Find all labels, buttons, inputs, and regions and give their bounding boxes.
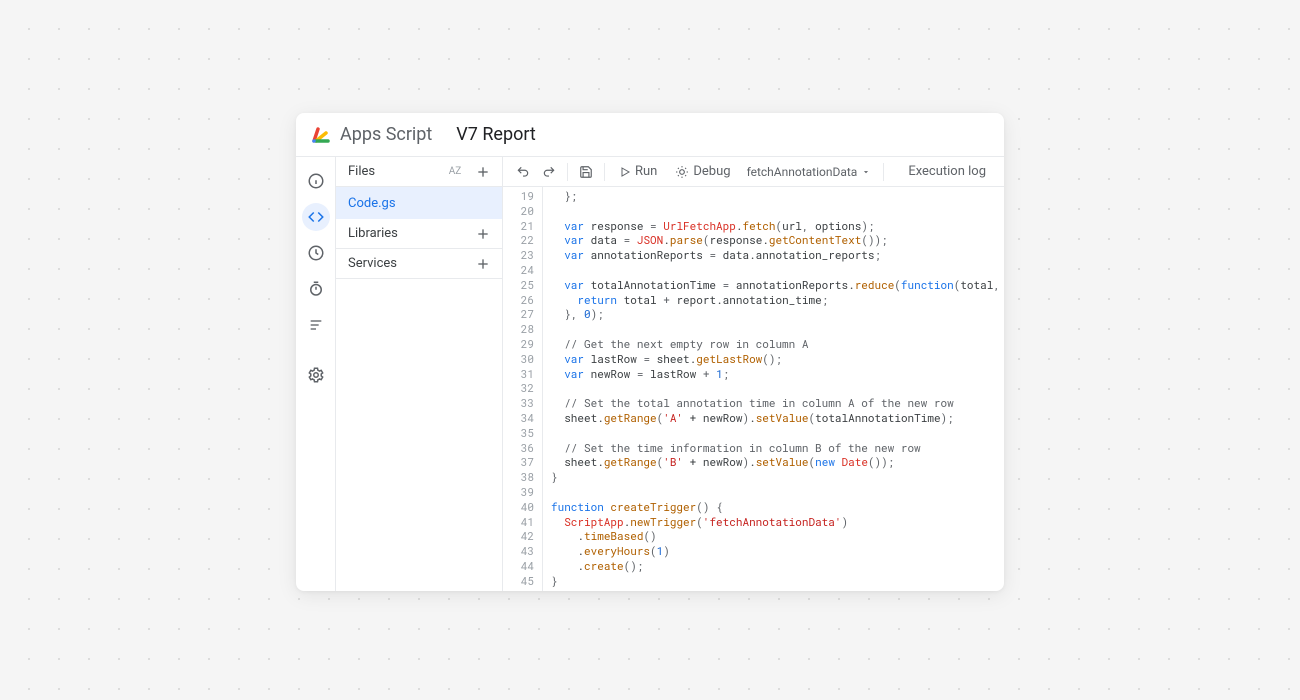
run-button[interactable]: Run: [611, 160, 665, 184]
code-area[interactable]: 1920212223242526272829303132333435363738…: [503, 187, 1004, 591]
editor-toolbar: Run Debug fetchAnnotationData Execution …: [503, 157, 1004, 187]
run-label: Run: [635, 164, 657, 179]
files-label: Files: [348, 164, 375, 179]
add-service-button[interactable]: [472, 253, 494, 275]
redo-button[interactable]: [537, 160, 561, 184]
execution-log-button[interactable]: Execution log: [898, 164, 996, 179]
apps-script-logo-icon: [308, 123, 332, 147]
undo-button[interactable]: [511, 160, 535, 184]
function-select[interactable]: fetchAnnotationData: [741, 165, 878, 179]
app-name: Apps Script: [340, 124, 432, 145]
project-settings-list-icon[interactable]: [302, 311, 330, 339]
icon-rail: [296, 157, 336, 591]
overview-icon[interactable]: [302, 167, 330, 195]
project-name[interactable]: V7 Report: [456, 124, 535, 145]
chevron-down-icon: [861, 167, 871, 177]
sort-az-icon[interactable]: AZ: [444, 161, 466, 183]
services-label: Services: [348, 256, 397, 271]
file-sidebar: Files AZ Code.gs Libraries Services: [336, 157, 503, 591]
services-section: Services: [336, 249, 502, 279]
add-file-button[interactable]: [472, 161, 494, 183]
add-library-button[interactable]: [472, 223, 494, 245]
code-content[interactable]: }; var response = UrlFetchApp.fetch(url,…: [543, 187, 1004, 591]
settings-icon[interactable]: [302, 361, 330, 389]
titlebar: Apps Script V7 Report: [296, 113, 1004, 157]
executions-icon[interactable]: [302, 275, 330, 303]
libraries-label: Libraries: [348, 226, 398, 241]
save-button[interactable]: [574, 160, 598, 184]
debug-button[interactable]: Debug: [667, 160, 738, 184]
triggers-icon[interactable]: [302, 239, 330, 267]
code-editor: Run Debug fetchAnnotationData Execution …: [503, 157, 1004, 591]
files-section-header: Files AZ: [336, 157, 502, 187]
libraries-section: Libraries: [336, 219, 502, 249]
debug-label: Debug: [693, 164, 730, 179]
function-name: fetchAnnotationData: [747, 165, 858, 179]
apps-script-window: Apps Script V7 Report: [296, 113, 1004, 591]
main-area: Files AZ Code.gs Libraries Services: [296, 157, 1004, 591]
file-item-code-gs[interactable]: Code.gs: [336, 187, 502, 219]
editor-icon[interactable]: [302, 203, 330, 231]
line-gutter: 1920212223242526272829303132333435363738…: [503, 187, 543, 591]
